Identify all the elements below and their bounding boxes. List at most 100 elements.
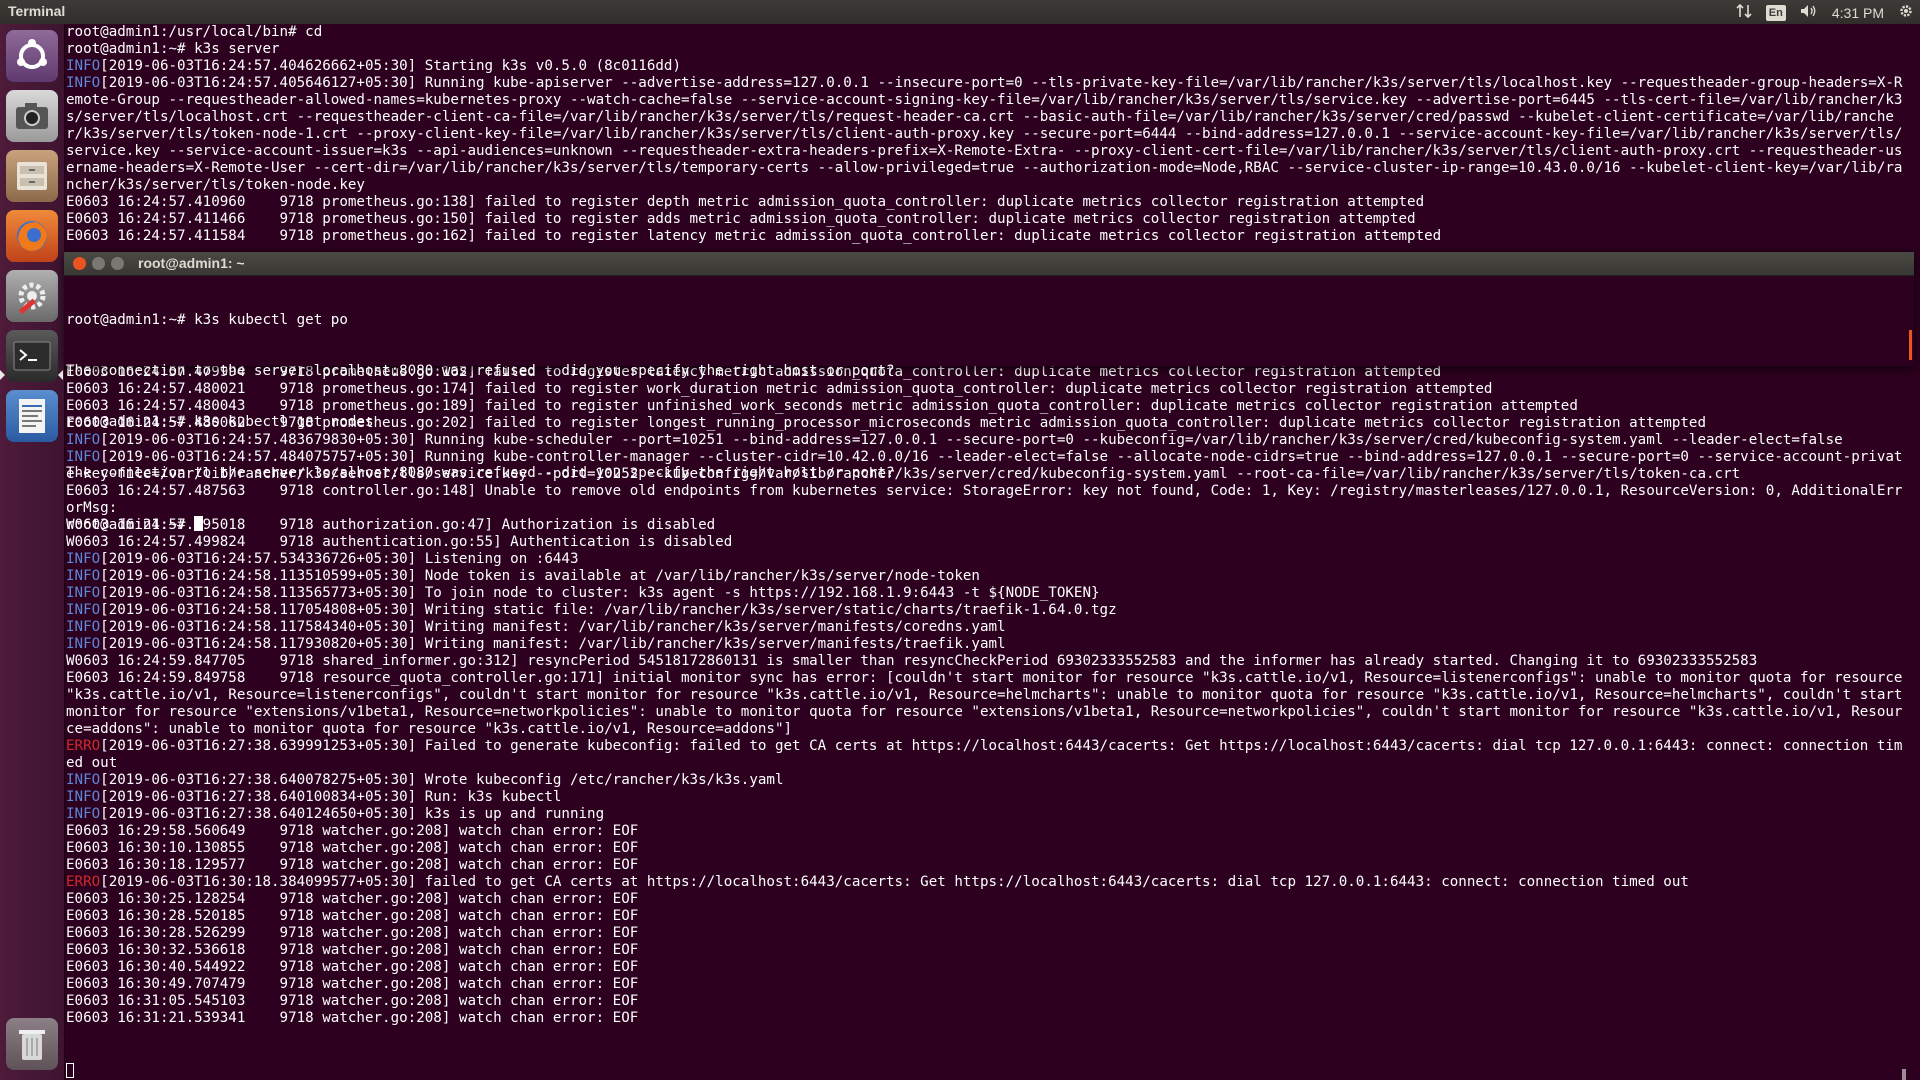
log-level-error: ERRO <box>66 874 101 890</box>
log-line: E0603 16:30:28.520185 9718 watcher.go:20… <box>66 908 1906 925</box>
log-level-info: INFO <box>66 806 101 822</box>
indicator-area: En 4:31 PM <box>1736 3 1914 22</box>
log-text: root@admin1:~# k3s server <box>66 41 280 57</box>
log-text: E0603 16:24:57.410960 9718 prometheus.go… <box>66 194 1425 210</box>
log-level-info: INFO <box>66 636 101 652</box>
log-line: E0603 16:31:05.545103 9718 watcher.go:20… <box>66 993 1906 1010</box>
log-text: E0603 16:24:57.411466 9718 prometheus.go… <box>66 211 1416 227</box>
log-text: E0603 16:30:49.707479 9718 watcher.go:20… <box>66 976 639 992</box>
scrollbar[interactable] <box>1909 330 1912 360</box>
launcher-item-text-editor[interactable] <box>6 390 58 442</box>
log-line: root@admin1:~# k3s server <box>66 41 1906 58</box>
settings-icon <box>18 282 46 315</box>
log-text: [2019-06-03T16:24:58.117054808+05:30] Wr… <box>100 602 1117 618</box>
log-line: E0603 16:24:57.411584 9718 prometheus.go… <box>66 228 1906 245</box>
log-level-info: INFO <box>66 58 101 74</box>
focus-indicator <box>58 370 63 380</box>
foreground-terminal-window[interactable]: root@admin1: ~ root@admin1:~# k3s kubect… <box>64 252 1914 533</box>
log-level-info: INFO <box>66 619 101 635</box>
log-text: [2019-06-03T16:24:57.404626662+05:30] St… <box>100 58 682 74</box>
prompt: root@admin1:~# <box>66 517 195 533</box>
launcher-item-settings[interactable] <box>6 270 58 322</box>
log-line: E0603 16:24:59.849758 9718 resource_quot… <box>66 670 1906 738</box>
running-indicator <box>0 370 5 380</box>
launcher-item-trash[interactable] <box>6 1018 58 1070</box>
window-title: root@admin1: ~ <box>138 255 245 271</box>
log-line: E0603 16:30:32.536618 9718 watcher.go:20… <box>66 942 1906 959</box>
log-line: ERRO[2019-06-03T16:30:18.384099577+05:30… <box>66 874 1906 891</box>
maximize-button[interactable] <box>111 257 124 270</box>
log-text: E0603 16:30:10.130855 9718 watcher.go:20… <box>66 840 639 856</box>
network-icon[interactable] <box>1736 3 1752 22</box>
launcher-item-firefox[interactable] <box>6 210 58 262</box>
log-line: E0603 16:29:58.560649 9718 watcher.go:20… <box>66 823 1906 840</box>
log-line: root@admin1:/usr/local/bin# cd <box>66 24 1906 41</box>
launcher-item-files[interactable] <box>6 150 58 202</box>
file-cabinet-icon <box>17 162 47 190</box>
text-editor-icon <box>19 399 45 433</box>
log-text: E0603 16:31:05.545103 9718 watcher.go:20… <box>66 993 639 1009</box>
prompt-line[interactable]: root@admin1:~# <box>66 516 1906 534</box>
log-line: E0603 16:30:28.526299 9718 watcher.go:20… <box>66 925 1906 942</box>
terminal-line: The connection to the server localhost:8… <box>66 465 895 481</box>
terminal-icon <box>13 341 51 371</box>
log-line: E0603 16:30:49.707479 9718 watcher.go:20… <box>66 976 1906 993</box>
launcher <box>0 24 65 1080</box>
log-text: [2019-06-03T16:27:38.640100834+05:30] Ru… <box>100 789 562 805</box>
firefox-icon <box>17 221 47 251</box>
window-titlebar[interactable]: root@admin1: ~ <box>64 252 1914 276</box>
log-text: [2019-06-03T16:27:38.639991253+05:30] Fa… <box>66 738 1903 771</box>
terminal-line: The connection to the server localhost:8… <box>66 363 895 379</box>
log-text: [2019-06-03T16:24:58.113510599+05:30] No… <box>100 568 980 584</box>
log-line: E0603 16:30:40.544922 9718 watcher.go:20… <box>66 959 1906 976</box>
terminal-cursor <box>66 1063 74 1078</box>
log-text: [2019-06-03T16:24:57.405646127+05:30] Ru… <box>66 75 1903 193</box>
volume-icon[interactable] <box>1800 3 1818 22</box>
log-line: INFO[2019-06-03T16:24:58.117054808+05:30… <box>66 602 1906 619</box>
launcher-item-dash[interactable] <box>6 30 58 82</box>
ubuntu-logo-icon <box>17 39 47 69</box>
log-level-info: INFO <box>66 75 101 91</box>
gear-icon[interactable] <box>1898 3 1914 22</box>
log-text: [2019-06-03T16:24:58.117930820+05:30] Wr… <box>100 636 1006 652</box>
app-title: Terminal <box>8 3 66 19</box>
close-button[interactable] <box>73 257 86 270</box>
log-text: E0603 16:30:18.129577 9718 watcher.go:20… <box>66 857 639 873</box>
terminal-cursor <box>194 516 204 531</box>
clock[interactable]: 4:31 PM <box>1832 5 1884 21</box>
server-log-top: root@admin1:/usr/local/bin# cd root@admin… <box>66 24 1906 245</box>
log-level-info: INFO <box>66 585 101 601</box>
log-line: INFO[2019-06-03T16:24:57.404626662+05:30… <box>66 58 1906 75</box>
scrollbar[interactable] <box>1902 1069 1906 1080</box>
log-text: E0603 16:30:28.520185 9718 watcher.go:20… <box>66 908 639 924</box>
log-line: ERRO[2019-06-03T16:27:38.639991253+05:30… <box>66 738 1906 772</box>
log-line: INFO[2019-06-03T16:24:57.405646127+05:30… <box>66 75 1906 194</box>
log-line: INFO[2019-06-03T16:27:38.640124650+05:30… <box>66 806 1906 823</box>
log-text: [2019-06-03T16:27:38.640124650+05:30] k3… <box>100 806 605 822</box>
top-panel: Terminal En 4:31 PM <box>0 0 1920 24</box>
log-text: E0603 16:31:21.539341 9718 watcher.go:20… <box>66 1010 639 1026</box>
log-text: E0603 16:30:40.544922 9718 watcher.go:20… <box>66 959 639 975</box>
log-line: E0603 16:30:18.129577 9718 watcher.go:20… <box>66 857 1906 874</box>
log-level-info: INFO <box>66 789 101 805</box>
log-text: E0603 16:24:59.849758 9718 resource_quot… <box>66 670 1903 737</box>
log-text: W0603 16:24:59.847705 9718 shared_inform… <box>66 653 1758 669</box>
log-line: E0603 16:30:10.130855 9718 watcher.go:20… <box>66 840 1906 857</box>
log-text: E0603 16:29:58.560649 9718 watcher.go:20… <box>66 823 639 839</box>
keyboard-language-indicator[interactable]: En <box>1765 4 1786 21</box>
log-level-error: ERRO <box>66 738 101 754</box>
minimize-button[interactable] <box>92 257 105 270</box>
log-text: root@admin1:/usr/local/bin# cd <box>66 24 323 40</box>
log-text: E0603 16:24:57.411584 9718 prometheus.go… <box>66 228 1442 244</box>
camera-icon <box>16 103 48 129</box>
log-text: [2019-06-03T16:27:38.640078275+05:30] Wr… <box>100 772 784 788</box>
log-line: INFO[2019-06-03T16:24:58.113565773+05:30… <box>66 585 1906 602</box>
log-line: W0603 16:24:59.847705 9718 shared_inform… <box>66 653 1906 670</box>
log-line: E0603 16:31:21.539341 9718 watcher.go:20… <box>66 1010 1906 1027</box>
log-line: E0603 16:30:25.128254 9718 watcher.go:20… <box>66 891 1906 908</box>
log-level-info: INFO <box>66 602 101 618</box>
trash-icon <box>19 1030 45 1060</box>
launcher-item-terminal[interactable] <box>6 330 58 382</box>
terminal-output[interactable]: root@admin1:~# k3s kubectl get po The co… <box>66 278 1906 568</box>
launcher-item-camera[interactable] <box>6 90 58 142</box>
